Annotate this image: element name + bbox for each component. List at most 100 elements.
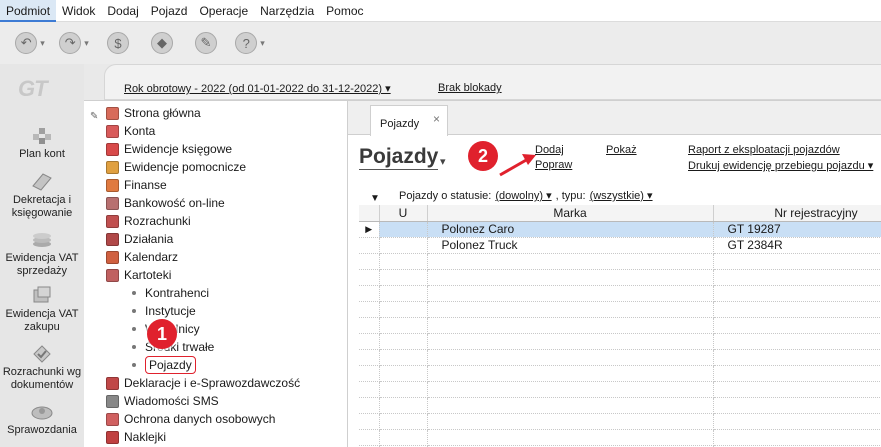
bullet-icon xyxy=(132,309,136,313)
chevron-down-icon[interactable]: ▾ xyxy=(260,38,265,49)
menu-pojazd[interactable]: Pojazd xyxy=(145,0,194,22)
main-panel: Pojazdy × Pojazdy ▾ Dodaj Popraw Pokaż R… xyxy=(348,100,881,447)
column-u[interactable]: U xyxy=(379,205,428,222)
vat-zakupu-icon xyxy=(33,286,51,303)
menu-dodaj[interactable]: Dodaj xyxy=(101,0,144,22)
column-marka[interactable]: Marka xyxy=(427,205,714,222)
menu-widok[interactable]: Widok xyxy=(56,0,101,22)
raport-link[interactable]: Raport z eksploatacji pojazdów xyxy=(688,144,840,156)
forward-icon: ↷ xyxy=(59,32,82,54)
menu-operacje[interactable]: Operacje xyxy=(193,0,254,22)
page-title[interactable]: Pojazdy xyxy=(359,145,439,170)
step-1-badge: 1 xyxy=(147,319,177,349)
bank-icon xyxy=(106,196,119,210)
tree-item-bankowosc[interactable]: Bankowość on-line xyxy=(106,194,225,212)
tree-item-dzialania[interactable]: Działania xyxy=(106,230,173,248)
arrow-icon xyxy=(499,154,536,177)
toolbar: ↶ ▾ ↷ ▾ $ ◆ ✎ ? ▾ xyxy=(0,22,881,64)
ochrona-danych-icon xyxy=(106,412,119,426)
tree-subitem-instytucje[interactable]: Instytucje xyxy=(106,302,196,320)
sidebar-item-sprawozdania[interactable]: Sprawozdania xyxy=(0,400,84,437)
dzialania-icon xyxy=(106,232,119,246)
column-nr-rejestracyjny[interactable]: Nr rejestracyjny xyxy=(713,205,881,222)
filter-collapse-icon[interactable]: ▼ xyxy=(370,193,380,204)
menu-pomoc[interactable]: Pomoc xyxy=(320,0,369,22)
menu-podmiot[interactable]: Podmiot xyxy=(0,0,57,22)
tree-item-kartoteki[interactable]: Kartoteki xyxy=(106,266,171,284)
coins-button[interactable]: $ xyxy=(98,28,138,58)
sidebar-item-label: Sprawozdania xyxy=(7,424,77,436)
lock-status-link[interactable]: Brak blokady xyxy=(438,82,502,94)
tree-item-naklejki[interactable]: Naklejki xyxy=(106,428,166,446)
drukuj-link[interactable]: Drukuj ewidencję przebiegu pojazdu ▾ xyxy=(688,159,873,172)
status-filter[interactable]: (dowolny) ▾ xyxy=(495,189,551,202)
ewidencje-ksiegowe-icon xyxy=(106,142,119,156)
sidebar-item-vat-zakupu[interactable]: Ewidencja VAT zakupu xyxy=(0,284,84,334)
vat-sprzedazy-icon xyxy=(33,233,51,247)
chevron-down-icon[interactable]: ▾ xyxy=(84,38,89,49)
pojazdy-highlight[interactable]: Pojazdy xyxy=(145,356,196,374)
popraw-link[interactable]: Popraw xyxy=(535,159,572,171)
cell-marka[interactable]: Polonez Truck xyxy=(427,237,714,254)
tree-item-kalendarz[interactable]: Kalendarz xyxy=(106,248,178,266)
sidebar-item-dekretacja[interactable]: Dekretacja i księgowanie xyxy=(0,170,84,220)
empty-row xyxy=(359,349,881,366)
forward-button[interactable]: ↷ ▾ xyxy=(54,28,94,58)
eraser-button[interactable]: ◆ xyxy=(142,28,182,58)
calendar-icon xyxy=(106,250,119,264)
kartoteki-icon xyxy=(106,268,119,282)
tree-subitem-pojazdy[interactable]: Pojazdy xyxy=(106,356,196,374)
tree-item-ochrona-danych[interactable]: Ochrona danych osobowych xyxy=(106,410,275,428)
close-icon[interactable]: × xyxy=(433,112,440,126)
sidebar-item-label: Rozrachunki wg dokumentów xyxy=(2,366,82,391)
sidebar-item-label: Dekretacja i księgowanie xyxy=(11,194,73,219)
tab-pojazdy[interactable]: Pojazdy × xyxy=(370,105,448,136)
typ-filter[interactable]: (wszystkie) ▾ xyxy=(590,189,653,202)
menu-narzedzia[interactable]: Narzędzia xyxy=(254,0,320,22)
pokaz-link[interactable]: Pokaż xyxy=(606,144,637,156)
table-row[interactable]: ▶ Polonez Caro GT 19287 xyxy=(359,221,881,238)
coins-icon: $ xyxy=(107,32,129,54)
cell-nr[interactable]: GT 2384R xyxy=(713,237,881,254)
tree-item-finanse[interactable]: Finanse xyxy=(106,176,167,194)
tree-item-strona-glowna[interactable]: Strona główna xyxy=(106,104,201,122)
row-pointer-icon: ▶ xyxy=(359,221,380,238)
cell-u[interactable] xyxy=(379,221,428,238)
tree-item-wiadomosci-sms[interactable]: Wiadomości SMS xyxy=(106,392,219,410)
tree-subitem-kontrahenci[interactable]: Kontrahenci xyxy=(106,284,209,302)
tree-item-deklaracje[interactable]: Deklaracje i e-Sprawozdawczość xyxy=(106,374,300,392)
plan-kont-icon xyxy=(33,128,51,144)
sidebar-item-rozrachunki-wg-dokumentow[interactable]: Rozrachunki wg dokumentów xyxy=(0,342,84,392)
fiscal-year-selector[interactable]: Rok obrotowy - 2022 (od 01-01-2022 do 31… xyxy=(124,82,391,95)
sprawozdania-icon xyxy=(31,406,53,420)
empty-row xyxy=(359,285,881,302)
bullet-icon xyxy=(132,291,136,295)
back-icon: ↶ xyxy=(15,32,38,54)
tree-item-rozrachunki[interactable]: Rozrachunki xyxy=(106,212,191,230)
cell-marka[interactable]: Polonez Caro xyxy=(427,221,714,238)
sidebar-item-label: Ewidencja VAT zakupu xyxy=(5,308,79,333)
tree-item-ewidencje-ksiegowe[interactable]: Ewidencje księgowe xyxy=(106,140,232,158)
help-button[interactable]: ? ▾ xyxy=(230,28,270,58)
table-row[interactable]: Polonez Truck GT 2384R xyxy=(359,237,881,254)
typ-label: , typu: xyxy=(555,189,586,202)
gt-logo: GT xyxy=(18,76,48,101)
empty-row xyxy=(359,429,881,446)
dodaj-link[interactable]: Dodaj xyxy=(535,144,564,156)
tools-button[interactable]: ✎ xyxy=(186,28,226,58)
empty-row xyxy=(359,397,881,414)
tree-item-ewidencje-pomocnicze[interactable]: Ewidencje pomocnicze xyxy=(106,158,246,176)
chevron-down-icon[interactable]: ▾ xyxy=(440,155,446,168)
tree-item-konta[interactable]: Konta xyxy=(106,122,155,140)
cell-nr[interactable]: GT 19287 xyxy=(713,221,881,238)
empty-row xyxy=(359,317,881,334)
pin-icon[interactable]: ✎ xyxy=(90,111,98,122)
home-icon xyxy=(106,106,119,120)
sidebar-item-plan-kont[interactable]: Plan kont xyxy=(0,124,84,161)
chevron-down-icon[interactable]: ▾ xyxy=(40,38,45,49)
bullet-icon xyxy=(132,345,136,349)
naklejki-icon xyxy=(106,430,119,444)
empty-row xyxy=(359,253,881,270)
sidebar-item-vat-sprzedazy[interactable]: Ewidencja VAT sprzedaży xyxy=(0,228,84,278)
back-button[interactable]: ↶ ▾ xyxy=(10,28,50,58)
